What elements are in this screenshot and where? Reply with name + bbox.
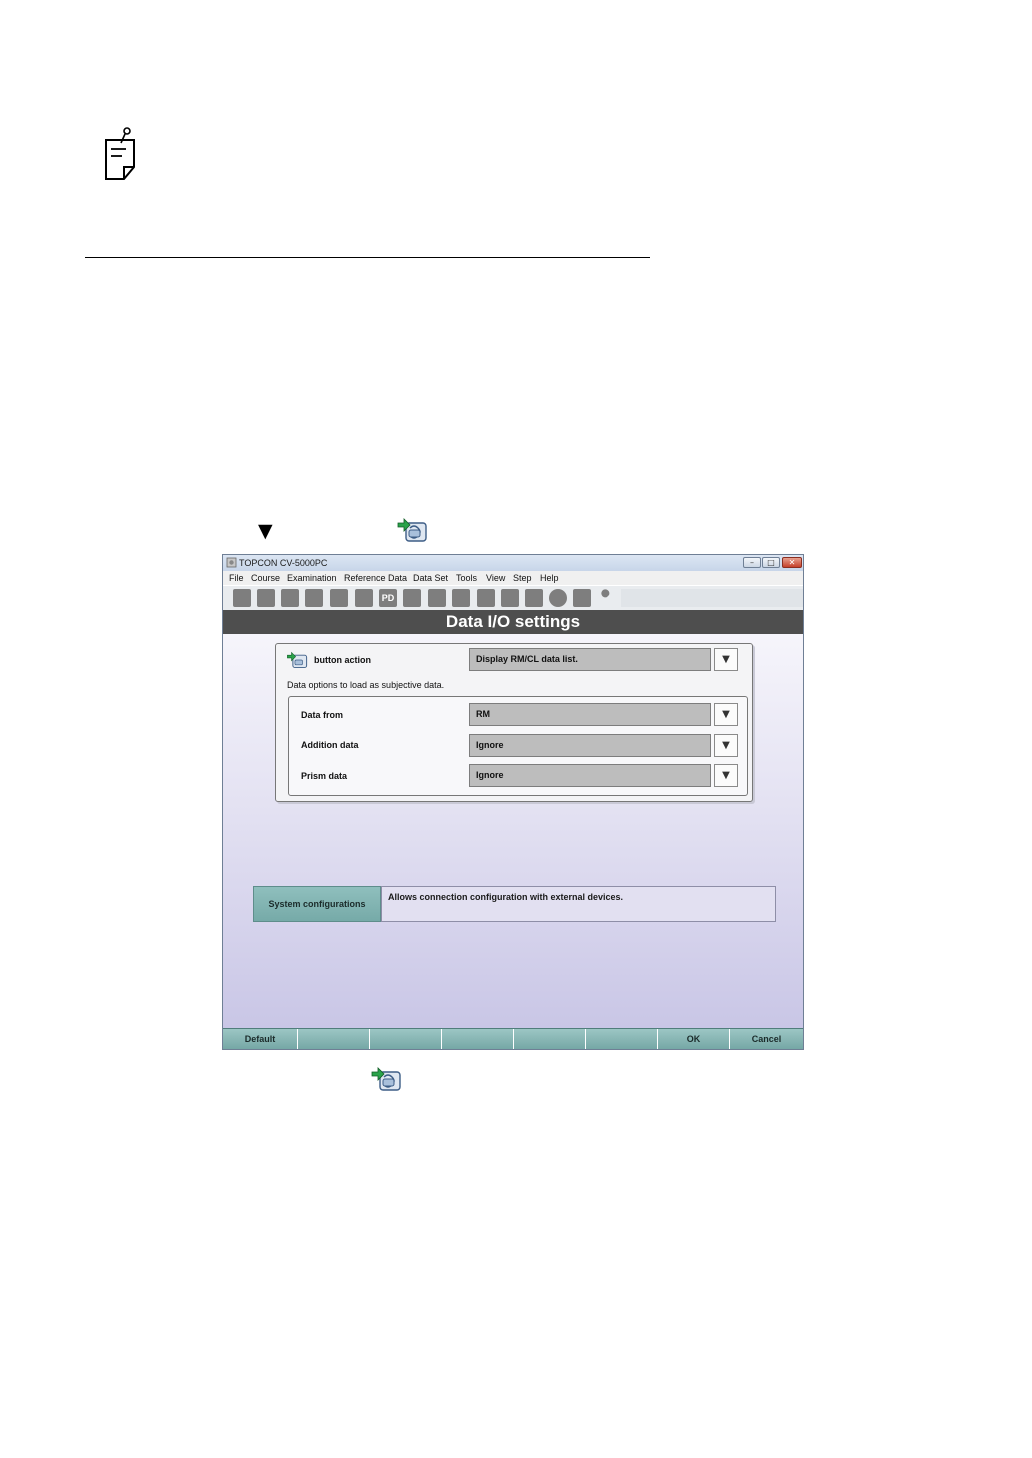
settings-area: button action Display RM/CL data list. ▼…: [223, 634, 803, 1028]
data-from-dropdown[interactable]: ▼: [714, 703, 738, 726]
app-logo-icon: [226, 557, 237, 568]
maximize-button[interactable]: □: [762, 557, 780, 568]
toolbar-patient-icon[interactable]: [233, 589, 251, 607]
addition-data-select[interactable]: Ignore: [469, 734, 711, 757]
section-divider: [85, 257, 650, 258]
menu-bar: File Course Examination Reference Data D…: [223, 571, 803, 585]
addition-data-dropdown[interactable]: ▼: [714, 734, 738, 757]
bottom-slot-6[interactable]: [586, 1029, 658, 1049]
title-bar[interactable]: TOPCON CV-5000PC – □ ✕: [223, 555, 803, 571]
button-action-select[interactable]: Display RM/CL data list.: [469, 648, 711, 671]
prism-data-dropdown[interactable]: ▼: [714, 764, 738, 787]
note-pin-icon: [105, 127, 135, 180]
data-io-icon: [371, 1067, 401, 1091]
ok-button[interactable]: OK: [658, 1029, 730, 1049]
toolbar-data-icon[interactable]: [428, 589, 446, 607]
toolbar-chart-icon[interactable]: [330, 589, 348, 607]
system-configurations-description: Allows connection configuration with ext…: [381, 886, 776, 922]
wrench-icon[interactable]: [597, 589, 615, 607]
prism-data-select[interactable]: Ignore: [469, 764, 711, 787]
bottom-slot-5[interactable]: [514, 1029, 586, 1049]
menu-course[interactable]: Course: [251, 571, 280, 585]
step-arrow: ▼: [258, 520, 273, 542]
toolbar-blank-icon[interactable]: [403, 589, 421, 607]
menu-tools[interactable]: Tools: [456, 571, 477, 585]
app-window: TOPCON CV-5000PC – □ ✕ File Course Exami…: [222, 554, 804, 1050]
bottom-slot-3[interactable]: [370, 1029, 442, 1049]
close-button[interactable]: ✕: [782, 557, 802, 568]
button-action-dropdown[interactable]: ▼: [714, 648, 738, 671]
toolbar-lensmeter-icon[interactable]: [281, 589, 299, 607]
cancel-button[interactable]: Cancel: [730, 1029, 803, 1049]
data-io-panel: button action Display RM/CL data list. ▼…: [275, 643, 753, 802]
bottom-slot-4[interactable]: [442, 1029, 514, 1049]
menu-examination[interactable]: Examination: [287, 571, 337, 585]
page-title: Data I/O settings: [223, 610, 803, 634]
toolbar: PD: [223, 585, 803, 611]
prism-data-label: Prism data: [301, 771, 348, 781]
data-from-select[interactable]: RM: [469, 703, 711, 726]
bottom-slot-2[interactable]: [298, 1029, 370, 1049]
toolbar-book-icon[interactable]: [525, 589, 543, 607]
system-configurations-button[interactable]: System configurations: [253, 886, 381, 922]
data-io-icon: [287, 651, 308, 669]
data-options-box: Data from RM ▼ Addition data Ignore ▼ Pr…: [288, 696, 748, 796]
toolbar-person-icon[interactable]: [257, 589, 275, 607]
toolbar-list-icon[interactable]: [452, 589, 470, 607]
button-action-label: button action: [314, 655, 371, 665]
menu-step[interactable]: Step: [513, 571, 532, 585]
default-button[interactable]: Default: [223, 1029, 298, 1049]
toolbar-card-icon[interactable]: [355, 589, 373, 607]
addition-data-label: Addition data: [301, 740, 359, 750]
bottom-button-bar: Default OK Cancel: [223, 1028, 803, 1049]
toolbar-circle-icon[interactable]: [549, 589, 567, 607]
toolbar-speech-icon[interactable]: [477, 589, 495, 607]
menu-reference-data[interactable]: Reference Data: [344, 571, 407, 585]
menu-help[interactable]: Help: [540, 571, 559, 585]
options-caption: Data options to load as subjective data.: [287, 680, 445, 690]
menu-file[interactable]: File: [229, 571, 244, 585]
data-io-icon: [397, 518, 427, 542]
toolbar-spacer: [621, 589, 803, 607]
menu-view[interactable]: View: [486, 571, 505, 585]
toolbar-pd-icon[interactable]: PD: [379, 589, 397, 607]
toolbar-flag-icon[interactable]: [501, 589, 519, 607]
menu-data-set[interactable]: Data Set: [413, 571, 448, 585]
data-from-label: Data from: [301, 710, 344, 720]
minimize-button[interactable]: –: [743, 557, 761, 568]
toolbar-print-icon[interactable]: [573, 589, 591, 607]
toolbar-refractor-icon[interactable]: [305, 589, 323, 607]
window-title: TOPCON CV-5000PC: [239, 558, 328, 568]
